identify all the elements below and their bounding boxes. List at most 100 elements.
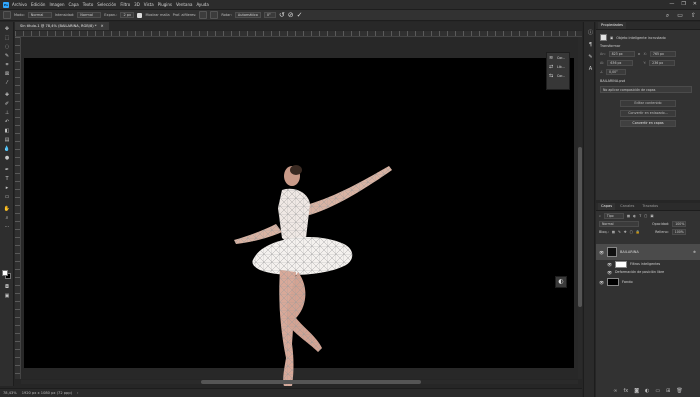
blur-tool-icon[interactable]: 💧 — [3, 146, 11, 152]
menu-capa[interactable]: Capa — [69, 2, 79, 7]
height-input[interactable]: 636 px — [607, 60, 634, 66]
filter-smart-icon[interactable]: ▣ — [650, 214, 653, 218]
angle-input[interactable]: 0,00° — [606, 69, 627, 75]
character-icon[interactable]: A — [587, 66, 594, 73]
filter-type-icon[interactable]: T — [639, 214, 641, 218]
paragraph-icon[interactable]: ¶ — [587, 42, 594, 49]
expand-input[interactable]: 2 px — [120, 12, 135, 18]
menu-imagen[interactable]: Imagen — [49, 2, 64, 7]
lock-artboard-icon[interactable]: ▢ — [630, 230, 633, 234]
zoom-tool-icon[interactable]: ⌕ — [3, 215, 11, 221]
adjustment-layer-icon[interactable]: ◐ — [645, 388, 649, 394]
document-tab[interactable]: Sin título-1 @ 78,4% (BAILARINA, RGB/8) … — [15, 22, 109, 30]
move-tool-icon[interactable]: ✥ — [3, 26, 11, 32]
menu-filtro[interactable]: Filtro — [120, 2, 130, 7]
smart-filters-eye-icon[interactable]: 👁 — [607, 262, 612, 267]
convert-to-linked-button[interactable]: Convertir en enlazado... — [620, 110, 676, 117]
menu-edicion[interactable]: Edición — [31, 2, 45, 7]
rotate-degrees-input[interactable]: 0° — [263, 12, 276, 18]
maximize-icon[interactable]: ❐ — [681, 1, 685, 7]
link-layers-icon[interactable]: ∞ — [613, 388, 617, 394]
pin-forward-icon[interactable] — [199, 11, 208, 19]
menu-vista[interactable]: Vista — [144, 2, 154, 7]
visibility-eye-icon[interactable]: 👁 — [599, 280, 604, 285]
vertical-scrollbar[interactable] — [578, 37, 582, 379]
brush-settings-icon[interactable]: ✎ — [587, 54, 594, 61]
intensity-select[interactable]: Normal — [77, 12, 102, 18]
horizontal-scroll-thumb[interactable] — [201, 380, 421, 384]
float-row-1[interactable]: ≋ Cor... — [547, 53, 569, 62]
close-icon[interactable]: ✕ — [693, 1, 697, 7]
foreground-color-swatch[interactable] — [2, 270, 8, 276]
zoom-level[interactable]: 78,43% — [3, 391, 17, 395]
minimize-icon[interactable]: — — [669, 1, 674, 7]
type-tool-icon[interactable]: T — [3, 176, 11, 182]
layer-filter-select[interactable]: Tipo — [603, 213, 624, 219]
history-brush-tool-icon[interactable]: ↶ — [3, 119, 11, 125]
menu-seleccion[interactable]: Selección — [97, 2, 116, 7]
pin-backward-icon[interactable] — [210, 11, 219, 19]
screen-mode-icon[interactable]: ▣ — [3, 293, 11, 299]
dodge-tool-icon[interactable]: ● — [3, 155, 11, 161]
lock-position-icon[interactable]: ✥ — [624, 230, 627, 234]
menu-ventana[interactable]: Ventana — [176, 2, 192, 7]
close-tab-icon[interactable]: ✕ — [101, 24, 104, 28]
mode-select[interactable]: Normal — [27, 12, 52, 18]
rectangle-tool-icon[interactable]: ▭ — [3, 194, 11, 200]
path-selection-tool-icon[interactable]: ▸ — [3, 185, 11, 191]
add-mask-icon[interactable]: ◙ — [634, 388, 639, 394]
floating-adjust-button[interactable]: ◐ — [555, 276, 567, 288]
info-icon[interactable]: ⓘ — [587, 30, 594, 37]
horizontal-scrollbar[interactable] — [21, 380, 578, 384]
brush-tool-icon[interactable]: ✐ — [3, 101, 11, 107]
tab-layers[interactable]: Capas — [598, 203, 616, 210]
smart-filter-mask-thumbnail[interactable] — [615, 260, 627, 268]
cancel-icon[interactable]: ⊘ — [288, 11, 294, 19]
menu-ayuda[interactable]: Ayuda — [196, 2, 208, 7]
new-group-icon[interactable]: ▭ — [655, 388, 660, 394]
quick-mask-icon[interactable]: ◘ — [3, 284, 11, 290]
more-tools-icon[interactable]: ⋯ — [3, 224, 11, 230]
pen-tool-icon[interactable]: ✒ — [3, 167, 11, 173]
blend-mode-select[interactable]: Normal — [599, 221, 639, 227]
marquee-tool-icon[interactable]: ⬚ — [3, 35, 11, 41]
status-arrow-icon[interactable]: › — [77, 391, 78, 395]
photoshop-logo-icon[interactable]: Ps — [3, 1, 9, 8]
menu-plugins[interactable]: Plugins — [158, 2, 172, 7]
new-layer-icon[interactable]: ⊞ — [666, 388, 670, 394]
filter-adjust-icon[interactable]: ◐ — [633, 214, 636, 218]
layer-comp-select[interactable]: No aplicar composición de capas — [600, 86, 692, 93]
eyedropper-tool-icon[interactable]: ⁄ — [3, 80, 11, 86]
eraser-tool-icon[interactable]: ◧ — [3, 128, 11, 134]
tab-properties[interactable]: Propiedades — [598, 22, 627, 29]
puppet-warp-tool-icon[interactable] — [3, 11, 11, 19]
lasso-tool-icon[interactable]: ◌ — [3, 44, 11, 50]
commit-check-icon[interactable]: ✓ — [297, 11, 303, 19]
quick-selection-tool-icon[interactable]: ✎ — [3, 53, 11, 59]
opacity-input[interactable]: 100% — [672, 221, 687, 227]
document-canvas[interactable] — [24, 58, 574, 386]
float-row-2[interactable]: ⇄ Lib... — [547, 62, 569, 71]
search-icon[interactable]: ⌕ — [666, 12, 669, 20]
lock-paint-icon[interactable]: ✎ — [618, 230, 621, 234]
menu-archivo[interactable]: Archivo — [12, 2, 27, 7]
layer-style-icon[interactable]: fx — [623, 388, 628, 394]
undo-pins-icon[interactable]: ↺ — [279, 11, 285, 19]
lock-pixels-icon[interactable]: ▦ — [612, 230, 615, 234]
x-input[interactable]: 765 px — [649, 51, 676, 57]
tab-channels[interactable]: Canales — [617, 203, 637, 210]
edit-contents-button[interactable]: Editar contenido — [620, 100, 676, 107]
smart-filter-badge-icon[interactable]: ⊕ — [693, 250, 696, 254]
tab-paths[interactable]: Trazados — [639, 203, 661, 210]
float-row-3[interactable]: ⇆ Cor... — [547, 71, 569, 80]
visibility-eye-icon[interactable]: 👁 — [599, 250, 604, 255]
fill-input[interactable]: 100% — [671, 229, 686, 235]
smart-filters-row[interactable]: 👁 Filtros inteligentes — [596, 260, 700, 268]
gradient-tool-icon[interactable]: ▤ — [3, 137, 11, 143]
crop-tool-icon[interactable]: ⌗ — [3, 62, 11, 68]
clone-stamp-tool-icon[interactable]: ⊥ — [3, 110, 11, 116]
frame-tool-icon[interactable]: ⊠ — [3, 71, 11, 77]
vertical-scroll-thumb[interactable] — [578, 147, 582, 307]
show-mesh-checkbox[interactable] — [137, 12, 143, 18]
layer-row-bailarina[interactable]: 👁 BAILARINA ⊕ — [596, 244, 700, 260]
